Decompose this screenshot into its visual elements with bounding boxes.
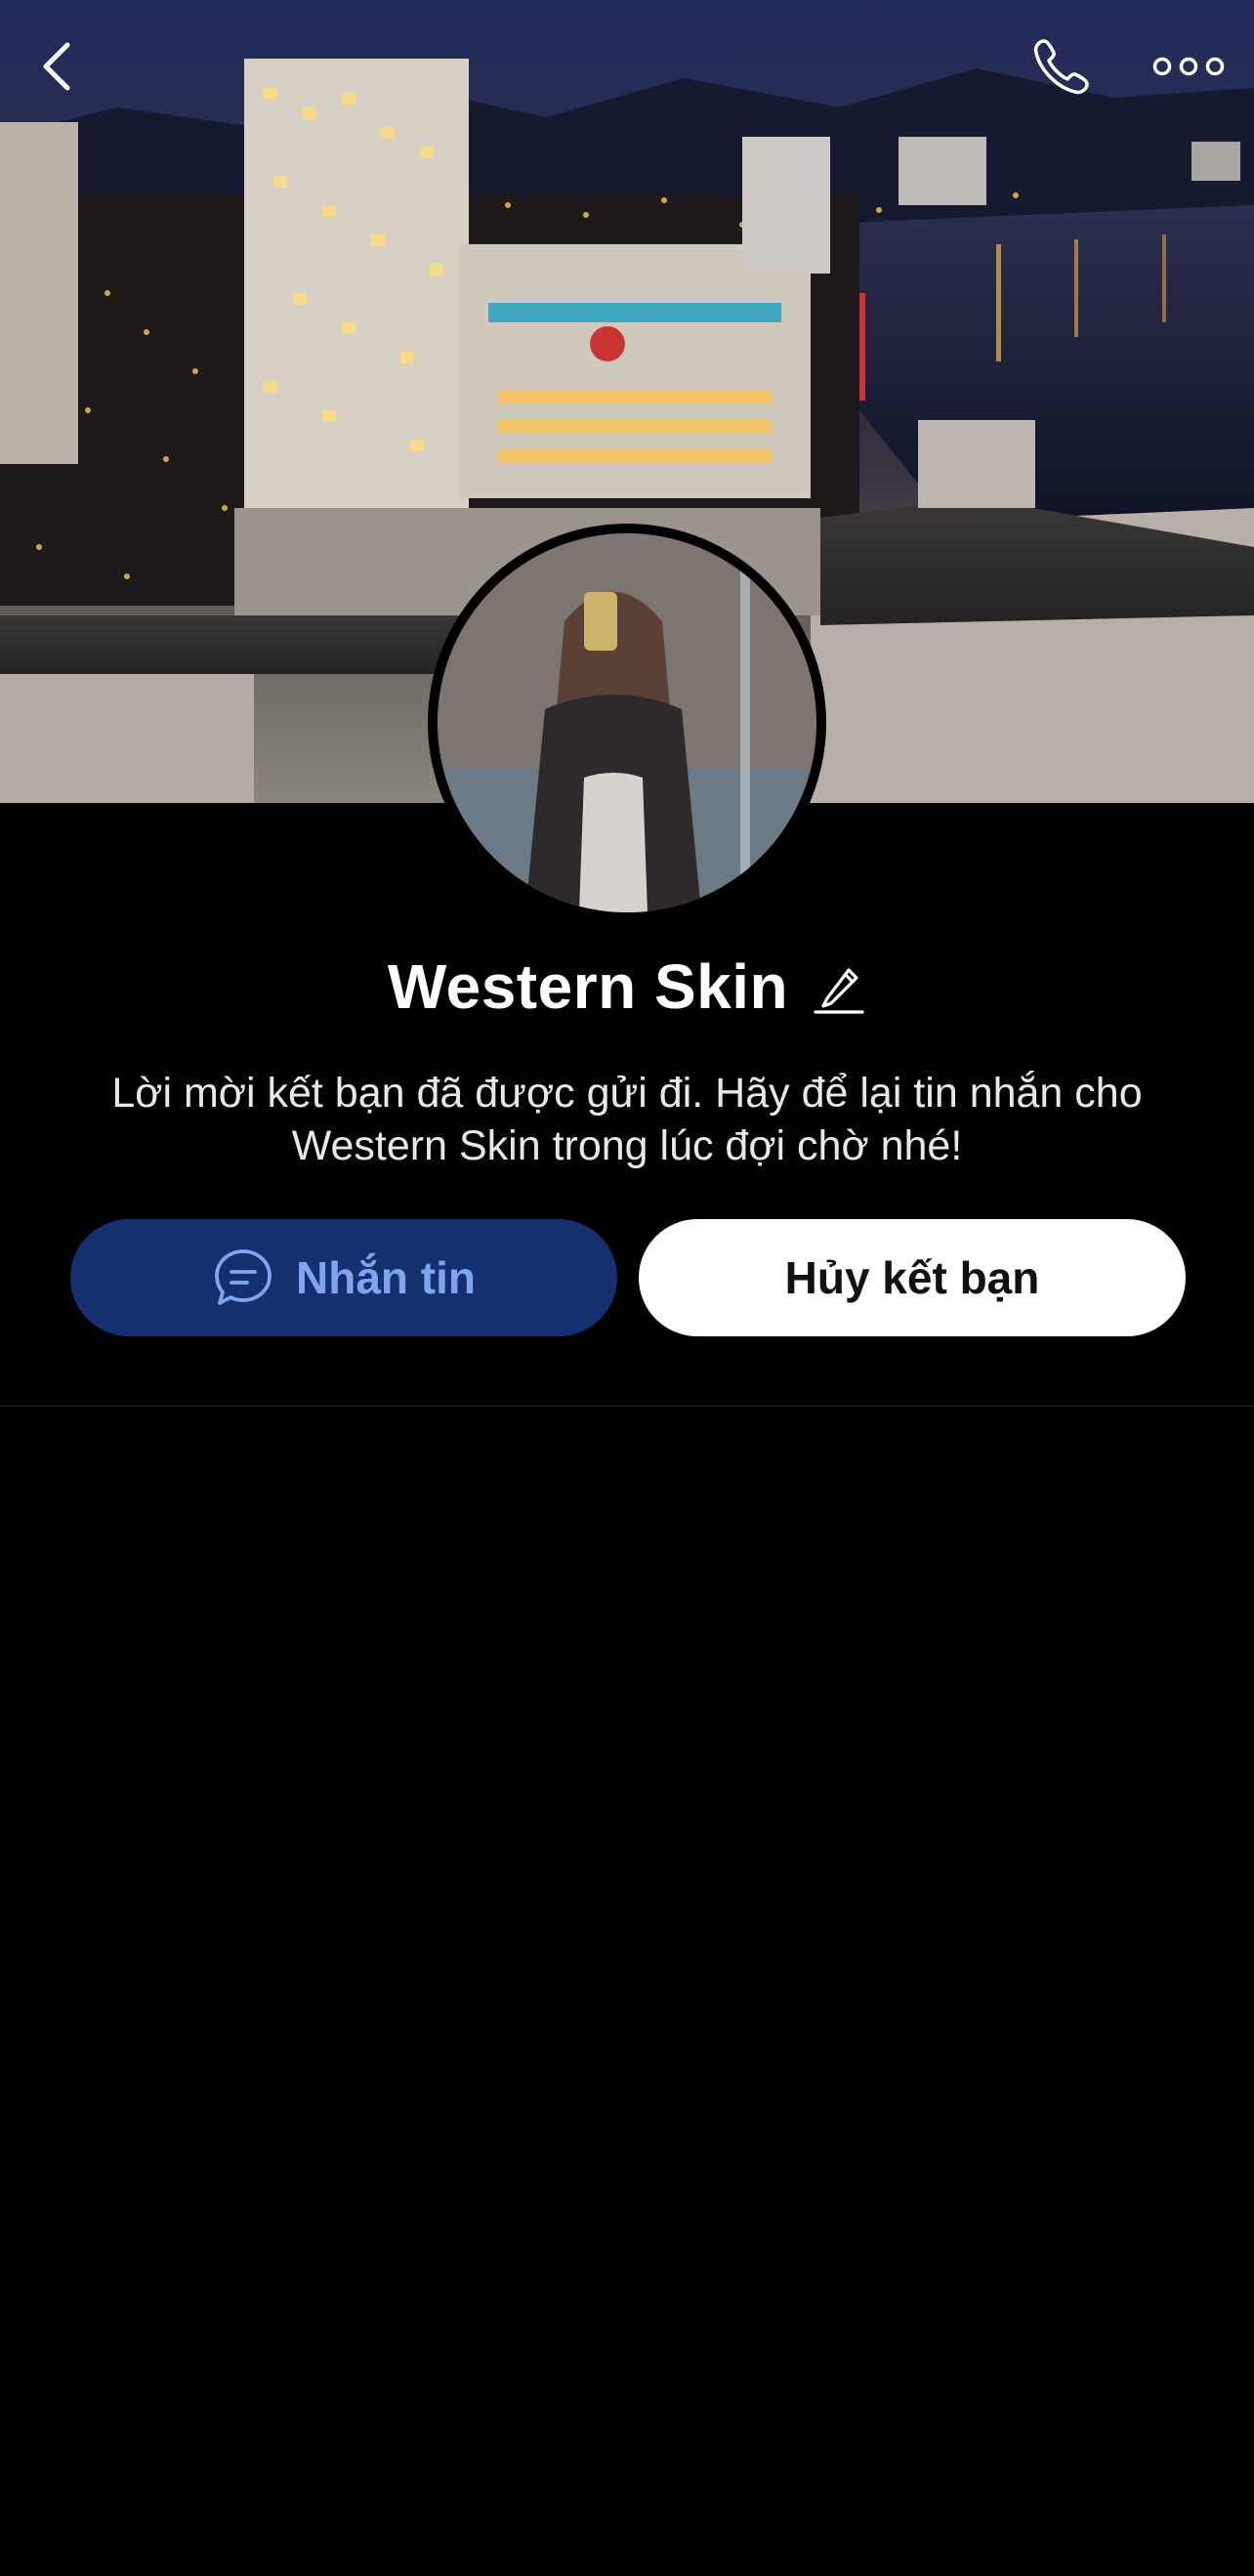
message-button-label: Nhắn tin (296, 1252, 476, 1303)
back-button[interactable] (14, 27, 102, 106)
unfriend-button[interactable]: Hủy kết bạn (639, 1219, 1186, 1336)
profile-name: Western Skin (387, 951, 789, 1022)
profile-name-row: Western Skin (0, 938, 1254, 1035)
avatar[interactable] (428, 524, 826, 922)
friend-request-message: Lời mời kết bạn đã được gửi đi. Hãy để l… (111, 1070, 1143, 1169)
more-button[interactable] (1145, 27, 1233, 106)
divider (0, 1405, 1254, 1407)
chat-bubble-icon (215, 1249, 272, 1305)
call-button[interactable] (1018, 27, 1106, 106)
more-horizontal-icon (1152, 57, 1225, 76)
chevron-left-icon (43, 42, 70, 91)
unfriend-button-label: Hủy kết bạn (784, 1252, 1040, 1303)
phone-icon (1033, 39, 1089, 95)
avatar-image (438, 533, 816, 912)
message-button[interactable]: Nhắn tin (70, 1219, 617, 1336)
pencil-icon (814, 968, 864, 1014)
edit-name-button[interactable] (812, 957, 866, 1016)
